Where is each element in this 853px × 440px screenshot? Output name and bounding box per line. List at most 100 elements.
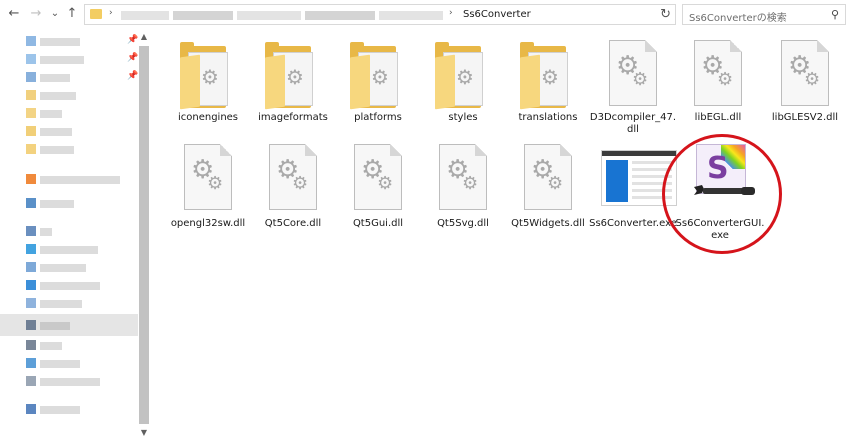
file-item[interactable]: ⚙ ⚙ D3Dcompiler_47. dll — [590, 40, 676, 135]
nav-item-label-redacted — [40, 128, 72, 136]
nav-scrollbar[interactable]: ▲ ▼ — [138, 30, 150, 440]
forward-arrow-icon[interactable]: → — [28, 6, 44, 22]
nav-item[interactable]: 📌 — [0, 68, 138, 86]
folder-icon — [26, 320, 36, 330]
nav-item[interactable] — [0, 400, 138, 418]
nav-item[interactable] — [0, 336, 138, 354]
file-name: libGLESV2.dll — [771, 112, 839, 123]
quick-access-icon — [26, 36, 36, 46]
nav-item-label-redacted — [40, 146, 74, 154]
file-name: opengl32sw.dll — [170, 218, 246, 229]
nav-item-label-redacted — [40, 110, 62, 118]
file-item[interactable]: ⚙ ⚙ Qt5Widgets.dll — [506, 144, 590, 236]
pin-icon[interactable]: 📌 — [127, 71, 138, 81]
nav-item-label-redacted — [40, 92, 76, 100]
folder-icon — [26, 72, 36, 82]
file-item[interactable]: ⚙ ⚙ Qt5Svg.dll — [421, 144, 505, 236]
nav-item-label-redacted — [40, 38, 80, 46]
nav-item-label-redacted — [40, 360, 80, 368]
refresh-icon[interactable]: ↻ — [660, 7, 671, 22]
scroll-down-icon[interactable]: ▼ — [139, 428, 149, 437]
pc-icon — [26, 226, 36, 236]
nav-item-label-redacted — [40, 406, 80, 414]
nav-item[interactable] — [0, 86, 138, 104]
file-item[interactable]: ⚙ ⚙ libEGL.dll — [676, 40, 760, 132]
nav-item-label-redacted — [40, 322, 70, 330]
nav-item[interactable] — [0, 258, 138, 276]
nav-item[interactable] — [0, 240, 138, 258]
nav-item-label-redacted — [40, 74, 70, 82]
search-box[interactable]: Ss6Converterの検索 ⚲ — [682, 4, 846, 25]
file-name: Qt5Svg.dll — [437, 218, 489, 229]
folder-icon: ⚙ — [435, 40, 491, 110]
pc-icon — [26, 198, 36, 208]
pin-icon[interactable]: 📌 — [127, 35, 138, 45]
network-icon — [26, 404, 36, 414]
exe-app-icon — [601, 144, 677, 214]
file-item[interactable]: ⚙ iconengines — [166, 40, 250, 132]
nav-item-label-redacted — [40, 378, 100, 386]
file-name: libEGL.dll — [694, 112, 742, 123]
file-item[interactable]: ⚙ translations — [506, 40, 590, 132]
breadcrumb-chevron-icon[interactable]: › — [109, 8, 113, 18]
breadcrumb-redacted[interactable] — [379, 11, 443, 20]
folder-icon — [26, 108, 36, 118]
search-placeholder[interactable]: Ss6Converterの検索 — [689, 9, 787, 24]
file-item[interactable]: ⚙ imageformats — [251, 40, 335, 132]
folder-icon: ⚙ — [265, 40, 321, 110]
nav-item-label-redacted — [40, 342, 62, 350]
nav-item-label-redacted — [40, 282, 100, 290]
folder-icon — [26, 280, 36, 290]
dll-file-icon: ⚙ ⚙ — [265, 144, 321, 214]
breadcrumb-chevron-icon[interactable]: › — [449, 8, 453, 18]
file-item[interactable]: ⚙ platforms — [336, 40, 420, 132]
breadcrumb-redacted[interactable] — [121, 11, 169, 20]
back-arrow-icon[interactable]: ← — [6, 6, 22, 22]
file-item[interactable]: ⚙ ⚙ Qt5Core.dll — [251, 144, 335, 236]
breadcrumb-redacted[interactable] — [305, 11, 375, 20]
recent-locations-chevron-icon[interactable]: ⌄ — [47, 6, 63, 22]
nav-item[interactable]: 📌 — [0, 50, 138, 68]
file-item[interactable]: ⚙ ⚙ Qt5Gui.dll — [336, 144, 420, 236]
nav-item-label-redacted — [40, 228, 52, 236]
file-name: Qt5Core.dll — [264, 218, 322, 229]
nav-item[interactable] — [0, 276, 138, 294]
navigation-pane: 📌 📌 📌 ▲ ▼ — [0, 30, 150, 440]
nav-item[interactable] — [0, 294, 138, 312]
dll-file-icon: ⚙ ⚙ — [180, 144, 236, 214]
breadcrumb-redacted[interactable] — [237, 11, 301, 20]
breadcrumb-redacted[interactable] — [173, 11, 233, 20]
nav-item[interactable] — [0, 170, 138, 188]
dll-file-icon: ⚙ ⚙ — [520, 144, 576, 214]
scroll-thumb[interactable] — [139, 46, 149, 424]
file-item[interactable]: ⚙ styles — [421, 40, 505, 132]
folder-icon — [26, 144, 36, 154]
up-arrow-icon[interactable]: ↑ — [64, 6, 80, 22]
file-name: platforms — [354, 112, 402, 123]
nav-item[interactable] — [0, 194, 138, 212]
nav-item[interactable] — [0, 354, 138, 372]
folder-icon: ⚙ — [520, 40, 576, 110]
nav-item[interactable] — [0, 122, 138, 140]
breadcrumb-current[interactable]: Ss6Converter — [463, 9, 531, 20]
nav-item[interactable] — [0, 140, 138, 158]
nav-item[interactable] — [0, 104, 138, 122]
folder-icon — [26, 262, 36, 272]
nav-item[interactable]: 📌 — [0, 32, 138, 50]
folder-icon — [26, 298, 36, 308]
address-bar[interactable]: › › Ss6Converter ⌄ ↻ — [84, 4, 736, 25]
pin-icon[interactable]: 📌 — [127, 53, 138, 63]
file-item[interactable]: ⚙ ⚙ libGLESV2.dll — [763, 40, 847, 132]
folder-icon — [26, 358, 36, 368]
file-name: Ss6Converter.exe — [589, 218, 677, 229]
nav-item[interactable] — [0, 222, 138, 240]
file-item[interactable]: ⚙ ⚙ opengl32sw.dll — [166, 144, 250, 236]
dll-file-icon: ⚙ ⚙ — [690, 40, 746, 110]
search-icon[interactable]: ⚲ — [831, 8, 839, 21]
scroll-up-icon[interactable]: ▲ — [139, 32, 149, 41]
nav-item[interactable] — [0, 372, 138, 390]
nav-item-selected[interactable] — [0, 314, 138, 336]
address-toolbar: ← → ⌄ ↑ › › Ss6Converter ⌄ ↻ Ss6Converte… — [0, 0, 853, 30]
nav-item-label-redacted — [40, 300, 82, 308]
file-name: styles — [448, 112, 478, 123]
